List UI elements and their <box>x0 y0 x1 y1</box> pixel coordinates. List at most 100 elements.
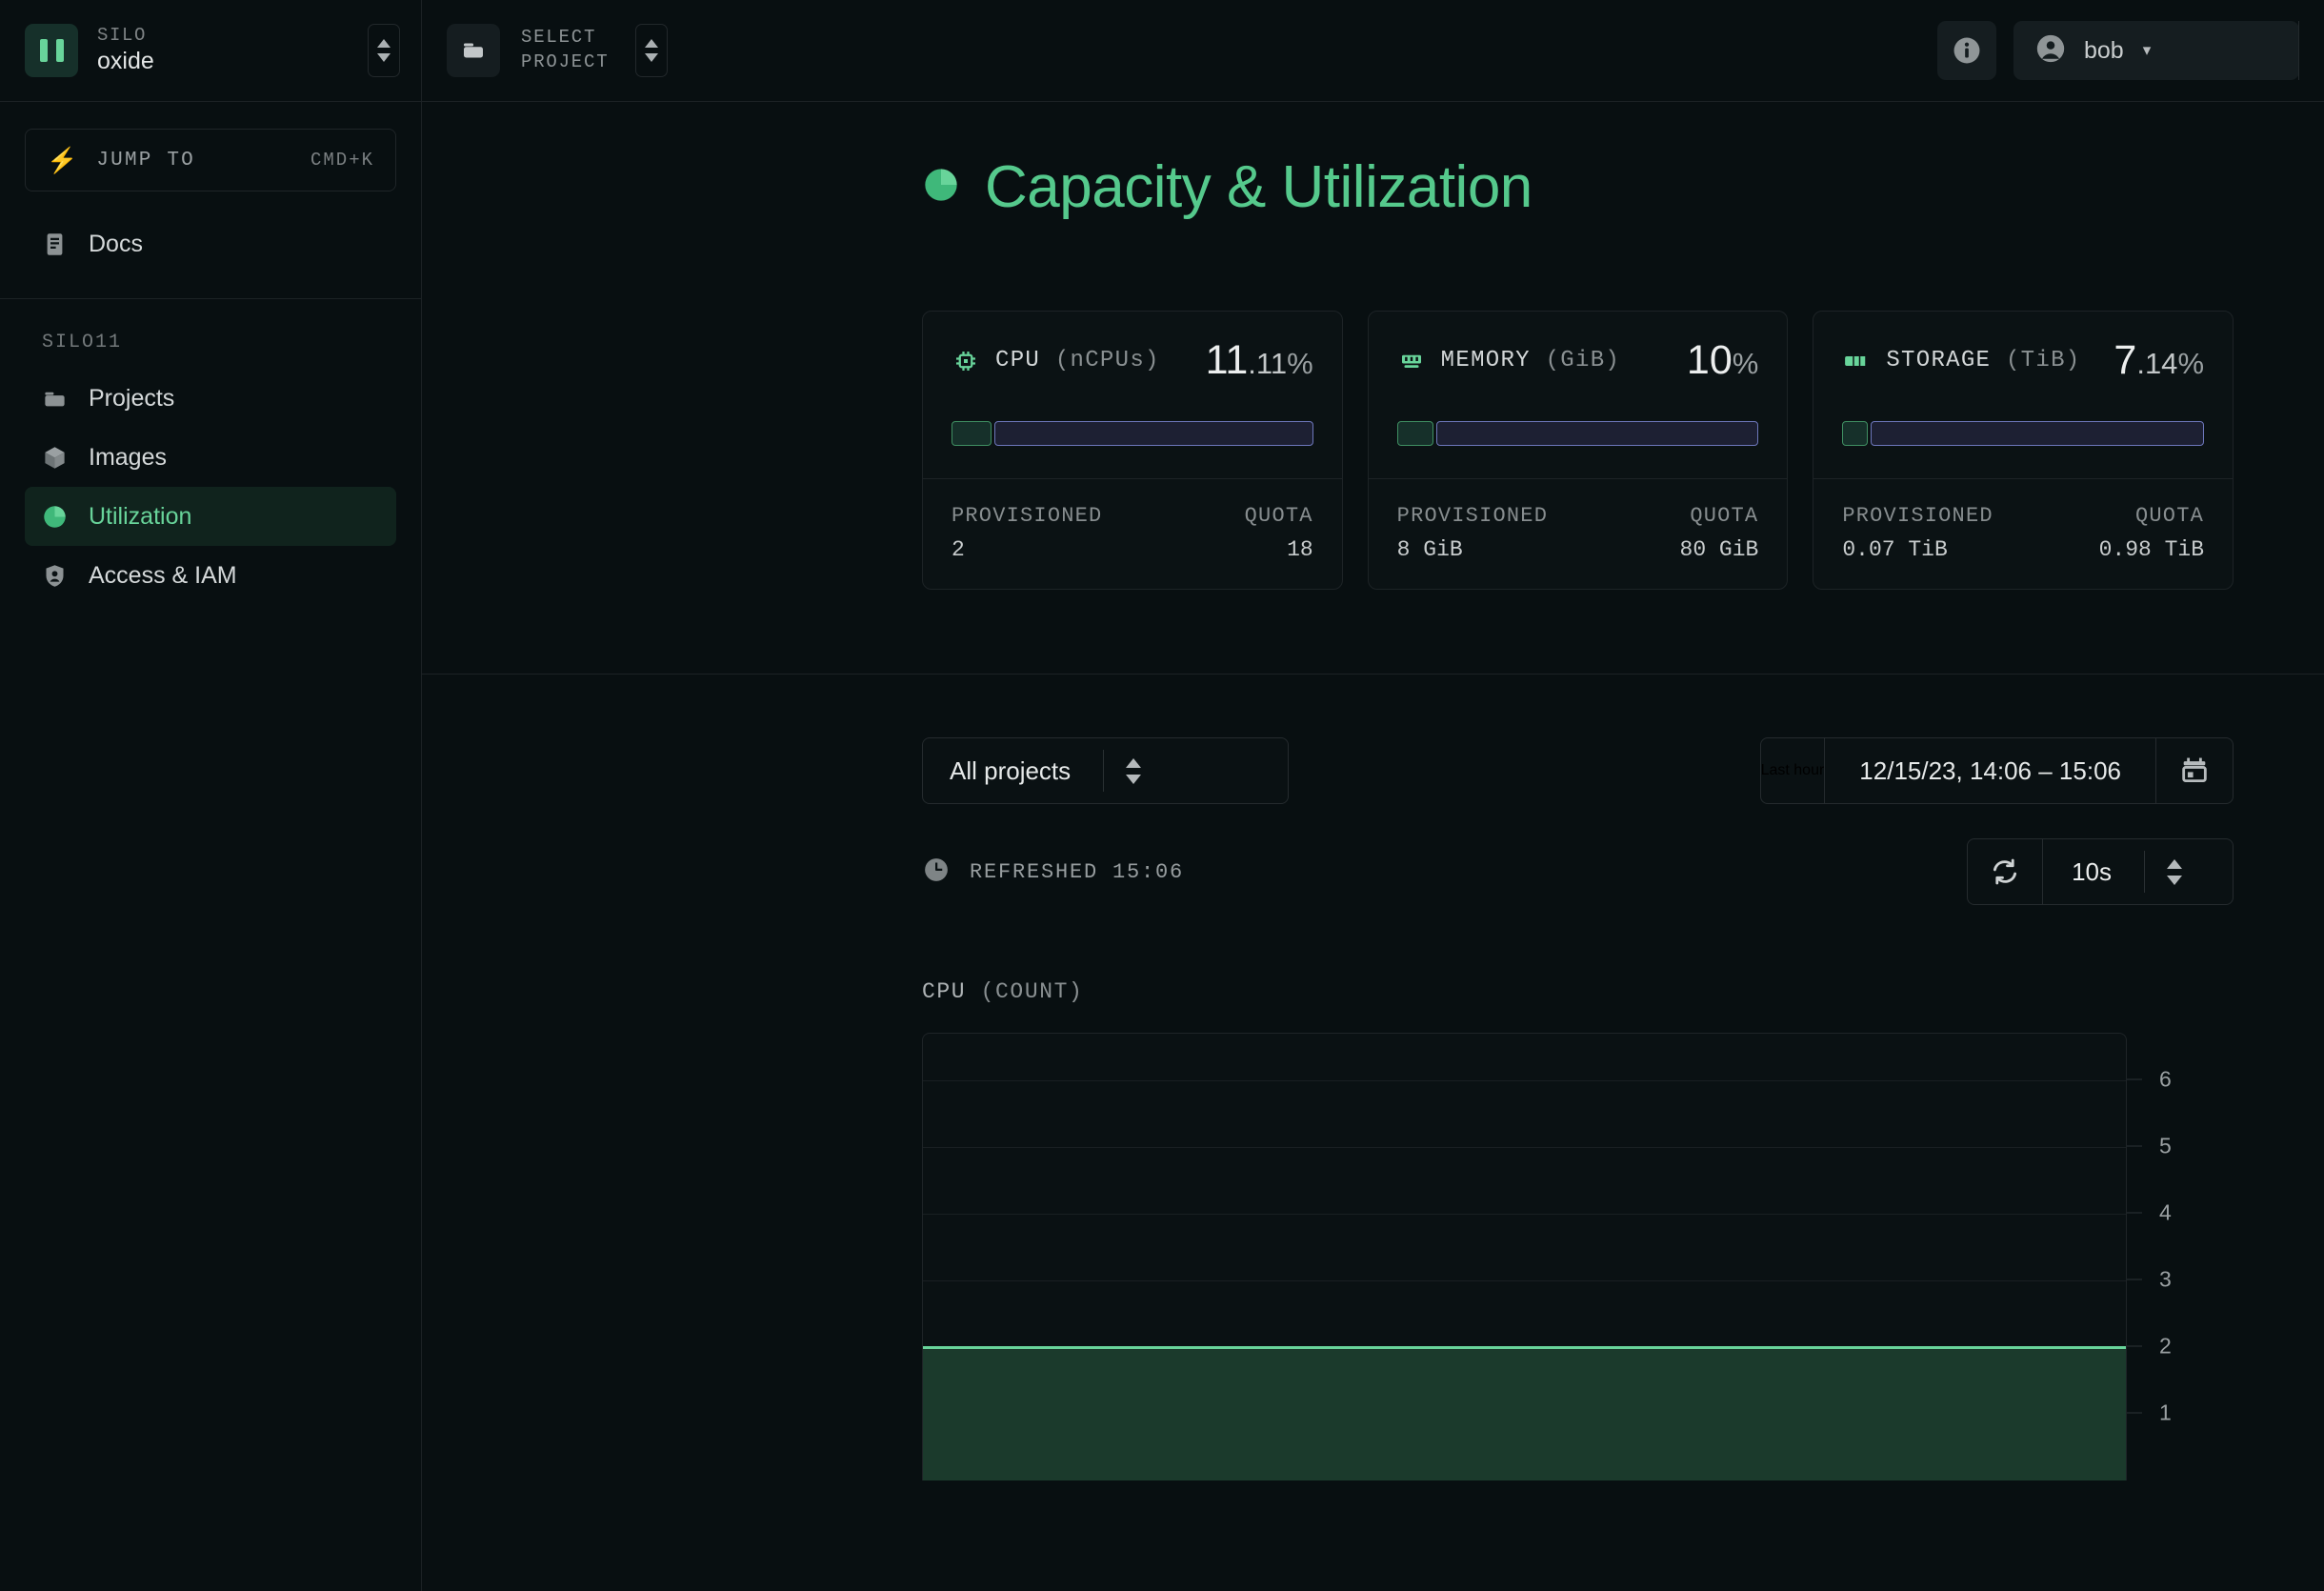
utilization-bar-remaining <box>1871 421 2205 446</box>
card-percent: 10% <box>1687 340 1758 381</box>
sidebar-item-utilization[interactable]: Utilization <box>25 487 396 546</box>
project-selector-label[interactable]: SELECT PROJECT <box>521 26 609 74</box>
shield-person-icon <box>42 563 68 589</box>
y-tick: 6 <box>2127 1067 2172 1093</box>
card-percent-frac: .14 <box>2136 347 2178 380</box>
quota-label: QUOTA <box>2135 504 2205 528</box>
card-title: CPU (nCPUs) <box>995 348 1160 373</box>
project-selector-line1: SELECT <box>521 27 597 49</box>
time-range-display[interactable]: 12/15/23, 14:06 – 15:06 <box>1825 738 2155 803</box>
silo-switcher-stepper[interactable] <box>368 24 400 77</box>
cpu-area-chart[interactable] <box>922 1033 2127 1480</box>
user-menu-button[interactable]: bob ▾ <box>2013 21 2299 80</box>
jump-to-label: JUMP TO <box>96 149 195 171</box>
filter-bar: All projects Last hour 12/15/23, 14:06 –… <box>422 675 2324 804</box>
main-panel: Capacity & Utilization CPU (nCPUs) 11.11… <box>422 102 2324 1591</box>
sidebar-item-projects[interactable]: Projects <box>25 369 396 428</box>
silo-picker[interactable]: SILO oxide <box>0 0 421 102</box>
refresh-bar: REFRESHED 15:06 10s <box>422 804 2324 905</box>
y-tick: 3 <box>2127 1267 2172 1293</box>
sidebar-item-label: Docs <box>89 230 143 257</box>
chevron-updown-icon[interactable] <box>2145 858 2204 885</box>
refresh-interval-select[interactable]: 10s <box>2043 839 2233 904</box>
quota-stat: QUOTA 80 GiB <box>1680 504 1759 562</box>
topbar: SELECT PROJECT bob ▾ <box>422 0 2324 102</box>
refresh-group: 10s <box>1967 838 2234 905</box>
y-tick-label: 6 <box>2159 1066 2172 1092</box>
page-title-text: Capacity & Utilization <box>985 154 1533 220</box>
y-tick-label: 5 <box>2159 1133 2172 1158</box>
utilization-bar-used <box>1842 421 1869 446</box>
card-percent: 11.11% <box>1206 340 1313 381</box>
refreshed-status: REFRESHED 15:06 <box>922 856 1184 889</box>
card-header: MEMORY (GiB) 10% <box>1397 340 1758 381</box>
card-top: MEMORY (GiB) 10% <box>1369 312 1788 478</box>
cpu-chip-icon <box>952 347 980 375</box>
memory-icon <box>1397 347 1426 375</box>
card-title: STORAGE (TiB) <box>1886 348 2080 373</box>
jump-to-shortcut: CMD+K <box>310 150 374 171</box>
sidebar-top-nav: Docs <box>0 191 421 299</box>
project-switcher-stepper[interactable] <box>635 24 669 77</box>
pie-chart-icon <box>42 504 68 530</box>
cube-icon <box>42 445 68 471</box>
chevron-down-icon: ▾ <box>2142 41 2152 59</box>
card-metric-unit: (nCPUs) <box>1054 348 1160 373</box>
utilization-bar <box>1396 421 1759 446</box>
cpu-area-series <box>923 1346 2126 1480</box>
info-icon[interactable] <box>1937 21 1996 80</box>
provisioned-label: PROVISIONED <box>952 504 1103 528</box>
silo-label: SILO <box>97 24 148 46</box>
quota-stat: QUOTA 18 <box>1245 504 1313 562</box>
tick-mark <box>2127 1212 2142 1214</box>
quota-value: 0.98 TiB <box>2098 537 2205 562</box>
card-top: CPU (nCPUs) 11.11% <box>923 312 1342 478</box>
utilization-bar <box>1842 421 2205 446</box>
sidebar-item-label: Images <box>89 443 167 471</box>
cpu-chart-section: CPU (COUNT) 6 5 4 3 2 1 <box>422 905 2324 1480</box>
calendar-icon[interactable] <box>2156 738 2233 803</box>
tick-mark <box>2127 1145 2142 1147</box>
y-tick-label: 2 <box>2159 1333 2172 1359</box>
sidebar-main-nav: Projects Images Utilization Access & IAM <box>0 369 421 630</box>
card-percent-symbol: % <box>1732 347 1759 380</box>
chart-y-axis: 6 5 4 3 2 1 <box>2127 1033 2234 1480</box>
refresh-icon[interactable] <box>1968 839 2042 904</box>
sidebar-item-docs[interactable]: Docs <box>25 214 396 273</box>
card-metric-name: MEMORY <box>1440 348 1531 373</box>
metric-card-storage: STORAGE (TiB) 7.14% PROVISIONED 0.07 TiB… <box>1813 311 2234 590</box>
sidebar: SILO oxide ⚡ JUMP TO CMD+K Docs SILO11 P… <box>0 0 422 1591</box>
chevron-updown-icon[interactable] <box>1104 757 1163 784</box>
project-filter-select[interactable]: All projects <box>922 737 1289 804</box>
user-menu-divider <box>2298 21 2299 80</box>
sidebar-item-images[interactable]: Images <box>25 428 396 487</box>
silo-name: oxide <box>97 48 154 75</box>
gridline <box>923 1214 2126 1215</box>
gridline <box>923 1080 2126 1081</box>
card-footer: PROVISIONED 0.07 TiB QUOTA 0.98 TiB <box>1813 478 2234 589</box>
folder-icon <box>447 24 500 77</box>
card-percent-int: 7 <box>2114 337 2137 383</box>
utilization-bar-remaining <box>1435 421 1759 446</box>
time-range-group: Last hour 12/15/23, 14:06 – 15:06 <box>1759 737 2234 804</box>
card-header: STORAGE (TiB) 7.14% <box>1842 340 2204 381</box>
refresh-interval-value: 10s <box>2072 856 2112 886</box>
silo-badge-icon <box>25 24 78 77</box>
card-percent-frac: .11 <box>1248 347 1288 380</box>
sidebar-item-access-iam[interactable]: Access & IAM <box>25 546 396 605</box>
chart-title: CPU (COUNT) <box>922 979 2234 1004</box>
project-filter-value: All projects <box>950 755 1072 785</box>
tick-mark <box>2127 1078 2142 1080</box>
provisioned-stat: PROVISIONED 2 <box>952 504 1102 562</box>
sidebar-section-heading: SILO11 <box>42 332 123 353</box>
provisioned-value: 2 <box>952 537 965 562</box>
card-percent-int: 11 <box>1205 337 1249 383</box>
quota-value: 80 GiB <box>1679 537 1759 562</box>
jump-to-button[interactable]: ⚡ JUMP TO CMD+K <box>25 129 396 191</box>
sidebar-item-label: Access & IAM <box>89 561 237 589</box>
card-metric-name: CPU <box>995 348 1041 373</box>
time-preset-value: Last hour <box>1760 762 1825 778</box>
chart-box: 6 5 4 3 2 1 <box>922 1033 2234 1480</box>
metric-card-cpu: CPU (nCPUs) 11.11% PROVISIONED 2 QUOTA 1… <box>922 311 1343 590</box>
time-preset-select[interactable]: Last hour <box>1761 738 1825 803</box>
